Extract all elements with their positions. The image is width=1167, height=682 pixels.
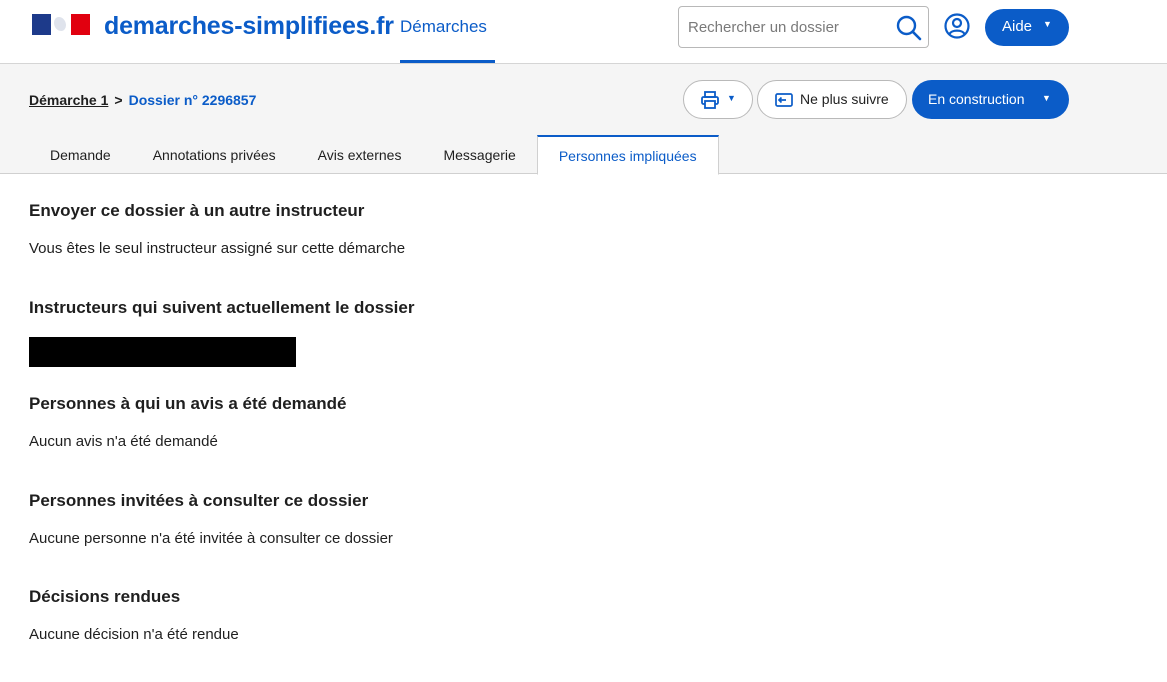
tab-avis-externes[interactable]: Avis externes: [297, 135, 423, 174]
breadcrumb-procedure[interactable]: Démarche 1: [29, 92, 108, 108]
chevron-down-icon: ▼: [727, 93, 736, 103]
section-title: Instructeurs qui suivent actuellement le…: [29, 298, 415, 317]
redacted-instructor-block: [29, 337, 296, 367]
section-title: Personnes invitées à consulter ce dossie…: [29, 491, 369, 510]
section-title: Décisions rendues: [29, 587, 181, 606]
printer-icon: [701, 91, 719, 109]
section-send-to-instructor: Envoyer ce dossier à un autre instructeu…: [29, 199, 405, 258]
status-button[interactable]: En construction ▼: [912, 80, 1069, 119]
tab-personnes-impliquees[interactable]: Personnes impliquées: [536, 135, 719, 175]
section-opinions-requested: Personnes à qui un avis a été demandé Au…: [29, 392, 346, 451]
user-account-icon[interactable]: [943, 12, 971, 40]
section-text: Aucun avis n'a été demandé: [29, 433, 218, 450]
tab-messagerie[interactable]: Messagerie: [422, 135, 536, 174]
chevron-down-icon: ▼: [1042, 93, 1051, 103]
help-button[interactable]: Aide ▼: [985, 9, 1069, 46]
section-following-instructors: Instructeurs qui suivent actuellement le…: [29, 296, 414, 320]
republique-francaise-logo[interactable]: [32, 14, 90, 35]
breadcrumb: Démarche 1 > Dossier n° 2296857: [29, 92, 256, 108]
section-title: Envoyer ce dossier à un autre instructeu…: [29, 201, 365, 220]
nav-active-indicator: [400, 60, 495, 63]
section-text: Aucune décision n'a été rendue: [29, 626, 239, 643]
site-header: demarches-simplifiees.fr Démarches Aide …: [0, 0, 1167, 64]
search-box: [678, 6, 929, 48]
dossier-header: Démarche 1 > Dossier n° 2296857 ▼ Ne plu…: [0, 64, 1167, 175]
section-text: Aucune personne n'a été invitée à consul…: [29, 530, 393, 547]
tab-annotations-privees[interactable]: Annotations privées: [132, 135, 297, 174]
breadcrumb-dossier: Dossier n° 2296857: [128, 92, 257, 108]
unfollow-label: Ne plus suivre: [800, 91, 889, 107]
section-text: Vous êtes le seul instructeur assigné su…: [29, 240, 406, 257]
breadcrumb-separator: >: [114, 92, 123, 108]
tab-demande[interactable]: Demande: [29, 135, 132, 174]
unfollow-button[interactable]: Ne plus suivre: [757, 80, 907, 119]
nav-demarches[interactable]: Démarches: [400, 17, 487, 37]
section-invited-people: Personnes invitées à consulter ce dossie…: [29, 489, 393, 548]
chevron-down-icon: ▼: [1043, 19, 1052, 29]
search-input[interactable]: [688, 17, 888, 37]
help-button-label: Aide: [1002, 18, 1033, 35]
section-decisions: Décisions rendues Aucune décision n'a ét…: [29, 585, 239, 644]
status-label: En construction: [928, 91, 1025, 107]
tab-bar: Demande Annotations privées Avis externe…: [29, 135, 719, 175]
print-button[interactable]: ▼: [683, 80, 753, 119]
unfollow-icon: [775, 93, 793, 107]
search-icon[interactable]: [895, 14, 923, 42]
section-title: Personnes à qui un avis a été demandé: [29, 394, 347, 413]
brand-name[interactable]: demarches-simplifiees.fr: [104, 12, 394, 41]
